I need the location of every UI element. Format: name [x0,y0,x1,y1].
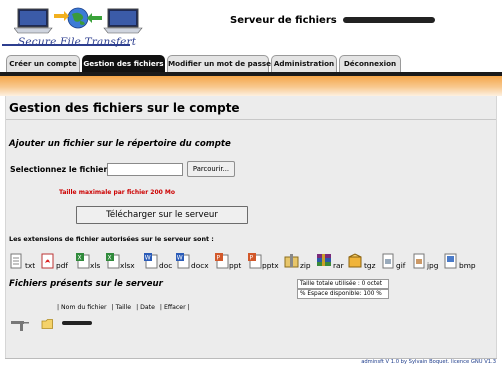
rar-icon [317,254,331,266]
tab-bar: Créer un compte Gestion des fichiers Mod… [0,55,502,72]
ext-xlsx-label: xlsx [120,261,135,270]
svg-text:X: X [78,255,82,262]
ext-ppt-label: ppt [229,261,242,270]
svg-text:P: P [250,255,254,262]
pptx-icon: P [248,253,262,269]
file-table-header: | Nom du fichier | Taille | Date | Effac… [57,304,193,311]
page-title: Gestion des fichiers sur le compte [9,101,240,115]
tab-gestion-fichiers[interactable]: Gestion des fichiers [82,55,165,72]
orange-band [0,76,502,96]
redacted-server-name [343,17,436,23]
pdf-icon [41,253,54,269]
logo-underline [2,44,130,46]
col-date[interactable]: | Date [136,304,155,311]
svg-text:P: P [217,255,221,262]
svg-text:W: W [177,255,183,262]
jpg-icon [413,253,425,269]
ext-doc-label: doc [159,261,173,270]
extensions-title: Les extensions de fichier autorisées sur… [9,235,214,243]
zip-icon [284,254,299,268]
gif-icon [382,253,394,269]
server-title: Serveur de fichiers [230,15,436,26]
header: Secure File Transfert Serveur de fichier… [0,0,502,56]
bmp-icon [444,253,457,269]
ext-bmp-label: bmp [459,261,476,270]
logo-text: Secure File Transfert [18,36,137,48]
main-panel: Gestion des fichiers sur le compte Ajout… [5,96,497,358]
files-section-title: Fichiers présents sur le serveur [9,279,163,289]
ppt-icon: P [215,253,229,269]
ext-pdf-label: pdf [56,261,68,270]
free-space: % Espace disponible: 100 % [297,289,389,299]
footer-credits: adminsft V 1.0 by Sylvain Boquet. licenc… [361,359,496,365]
parent-directory-icon[interactable] [11,319,31,331]
svg-text:X: X [108,255,112,262]
ext-docx-label: docx [191,261,209,270]
upload-button[interactable]: Télécharger sur le serveur [76,206,248,224]
xls-icon: X [76,253,90,269]
laptops-globe-icon [13,7,143,34]
server-title-text: Serveur de fichiers [230,15,337,26]
svg-text:W: W [145,255,151,262]
xlsx-icon: X [106,253,120,269]
tab-administration[interactable]: Administration [271,55,337,72]
ext-zip-label: zip [300,261,311,270]
col-effacer: | Effacer | [159,304,190,311]
total-size: Taille totale utilisée : 0 octet [297,279,389,289]
directory-row[interactable] [11,318,92,332]
ext-xls-label: xls [90,261,101,270]
tab-deconnexion[interactable]: Déconnexion [339,55,401,72]
folder-icon[interactable] [41,318,55,330]
file-path-input[interactable] [107,163,183,176]
ext-rar-label: rar [333,261,344,270]
tab-modifier-mot-de-passe[interactable]: Modifier un mot de passe [167,55,271,72]
col-nom-fichier[interactable]: | Nom du fichier [57,304,107,311]
docx-icon: W [176,253,190,269]
ext-pptx-label: pptx [262,261,279,270]
ext-gif-label: gif [396,261,406,270]
tab-creer-compte[interactable]: Créer un compte [6,55,80,72]
title-divider [6,119,496,120]
file-label: Selectionnez le fichier [10,165,108,174]
browse-button[interactable]: Parcourir... [187,161,235,177]
ext-tgz-label: tgz [364,261,376,270]
doc-icon: W [144,253,158,269]
col-taille[interactable]: | Taille [112,304,132,311]
ext-jpg-label: jpg [427,261,439,270]
ext-txt-label: txt [25,261,36,270]
txt-icon [10,253,22,269]
redacted-folder-name[interactable] [62,321,92,325]
upload-section-title: Ajouter un fichier sur le répertoire du … [9,139,231,149]
tgz-icon [348,253,362,268]
max-size-warning: Taille maximale par fichier 200 Mo [59,189,175,196]
